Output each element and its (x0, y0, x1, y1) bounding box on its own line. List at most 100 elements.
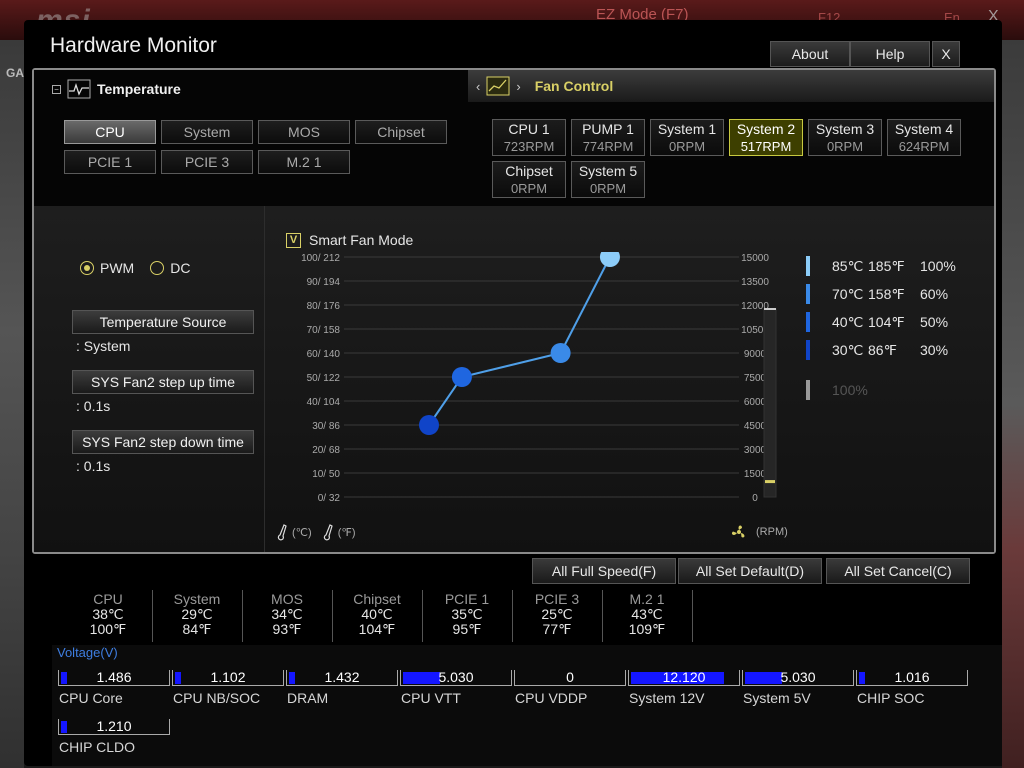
close-button[interactable]: X (932, 41, 960, 67)
right-tick-label: 13500 (741, 277, 769, 288)
rpm-unit-row: (RPM) (730, 523, 788, 541)
smart-fan-checkbox[interactable]: V (286, 232, 301, 248)
voltage-label: DRAM (287, 690, 329, 706)
fan-name: CPU 1 (508, 121, 550, 137)
voltage-meter-dram: 1.432 (286, 668, 398, 688)
temp-name: Chipset (353, 591, 401, 607)
tab-fan-control-label: Fan Control (534, 78, 614, 94)
curve-point[interactable] (599, 252, 620, 267)
fan-cpu1-button[interactable]: CPU 1 723RPM (492, 119, 566, 156)
step-down-time-value: : 0.1s (76, 458, 111, 474)
about-button[interactable]: About (770, 41, 850, 67)
game-boost-tab[interactable]: GA (6, 66, 24, 80)
fan-rpm: 517RPM (740, 139, 792, 154)
fan-system5-button[interactable]: System 5 0RPM (571, 161, 645, 198)
temp-readout-pcie3: PCIE 3 25℃ 77℉ (513, 592, 601, 640)
fan-system2-button[interactable]: System 2 517RPM (729, 119, 803, 156)
dc-radio[interactable] (150, 261, 165, 275)
all-set-default-button[interactable]: All Set Default(D) (678, 558, 822, 584)
legend-percent: 60% (920, 286, 949, 302)
right-tick-label: 3000 (744, 445, 767, 456)
voltage-value: 1.432 (324, 669, 360, 685)
step-down-time-button[interactable]: SYS Fan2 step down time (72, 430, 254, 454)
fan-chipset-button[interactable]: Chipset 0RPM (492, 161, 566, 198)
voltage-label: CPU Core (59, 690, 123, 706)
voltage-meter-cpu-core: 1.486 (58, 668, 170, 688)
all-full-speed-button[interactable]: All Full Speed(F) (532, 558, 676, 584)
all-set-cancel-button[interactable]: All Set Cancel(C) (826, 558, 970, 584)
fan-system1-button[interactable]: System 1 0RPM (650, 119, 724, 156)
voltage-value: 1.102 (210, 669, 246, 685)
chevron-left-icon[interactable]: ‹ (476, 79, 480, 94)
tab-fan-control[interactable]: ‹ › Fan Control (468, 70, 994, 102)
source-mos-button[interactable]: MOS (258, 120, 350, 144)
legend-temp-c: 40℃ (832, 313, 864, 330)
pwm-radio[interactable] (80, 261, 94, 275)
source-system-button[interactable]: System (161, 120, 253, 144)
temp-celsius: 43℃ (631, 606, 663, 622)
curve-point[interactable] (419, 415, 439, 435)
tab-temperature[interactable]: − Temperature (52, 76, 181, 102)
legend-temp-c: 70℃ (832, 285, 864, 302)
curve-point[interactable] (451, 367, 472, 387)
curve-point[interactable] (550, 343, 571, 363)
source-pcie3-button[interactable]: PCIE 3 (161, 150, 253, 174)
legend-percent: 30% (920, 342, 949, 358)
thermometer-icon (323, 524, 333, 541)
fan-icon (731, 525, 745, 538)
fan-graph-icon (486, 76, 510, 96)
chevron-right-icon[interactable]: › (516, 79, 520, 94)
collapse-icon[interactable]: − (52, 84, 61, 94)
source-chipset-button[interactable]: Chipset (355, 120, 447, 144)
source-pcie1-button[interactable]: PCIE 1 (64, 150, 156, 174)
voltage-label: CHIP CLDO (59, 739, 135, 755)
right-tick-label: 9000 (744, 349, 767, 360)
legend-swatch (806, 256, 810, 276)
dc-label: DC (170, 260, 191, 276)
legend-row: 30℃ 86℉ 30% (806, 338, 986, 362)
voltage-meter-chip-soc: 1.016 (856, 668, 968, 688)
legend-current-percent: 100% (832, 382, 868, 398)
help-button[interactable]: Help (850, 41, 930, 67)
voltage-meter-cpu-vddp: 0 (514, 668, 626, 688)
legend-percent: 100% (920, 258, 956, 274)
temperature-source-button[interactable]: Temperature Source (72, 310, 254, 334)
voltage-meter-system-12v: 12.120 (628, 668, 740, 688)
legend-row: 40℃ 104℉ 50% (806, 310, 986, 334)
legend-row: 85℃ 185℉ 100% (806, 254, 986, 278)
voltage-meter-system-5v: 5.030 (742, 668, 854, 688)
temperature-source-value: : System (76, 338, 131, 354)
fan-curve-chart[interactable]: 100/ 212 1500090/ 194 1350080/ 176 1200070/… (284, 252, 794, 522)
fan-name: System 5 (578, 163, 638, 179)
fan-system3-button[interactable]: System 3 0RPM (808, 119, 882, 156)
thermometer-icon (277, 524, 287, 541)
background-left (0, 40, 24, 768)
right-tick-label: 0 (752, 493, 758, 504)
temp-celsius: 34℃ (271, 606, 303, 622)
source-cpu-button[interactable]: CPU (64, 120, 156, 144)
smart-fan-label: Smart Fan Mode (309, 232, 414, 248)
temp-readout-m2-1: M.2 1 43℃ 109℉ (603, 592, 691, 640)
fan-pump1-button[interactable]: PUMP 1 774RPM (571, 119, 645, 156)
fahrenheit-unit: (℉) (337, 526, 356, 539)
step-up-time-button[interactable]: SYS Fan2 step up time (72, 370, 254, 394)
source-m2-1-button[interactable]: M.2 1 (258, 150, 350, 174)
temp-celsius: 29℃ (181, 606, 213, 622)
legend-temp-f: 104℉ (868, 313, 905, 330)
step-up-time-value: : 0.1s (76, 398, 111, 414)
fan-name: System 1 (657, 121, 717, 137)
voltage-label: CPU NB/SOC (173, 690, 261, 706)
tab-temperature-label: Temperature (97, 81, 181, 97)
dialog-title: Hardware Monitor (50, 34, 217, 57)
temp-readout-pcie1: PCIE 1 35℃ 95℉ (423, 592, 511, 640)
fan-rpm: 723RPM (503, 139, 555, 154)
left-tick-label: 70/ 158 (307, 325, 341, 336)
rpm-unit: (RPM) (756, 526, 788, 538)
voltage-title: Voltage(V) (57, 645, 118, 660)
temperature-unit-row: (℃) (℉) (276, 523, 355, 541)
fan-system4-button[interactable]: System 4 624RPM (887, 119, 961, 156)
left-tick-label: 60/ 140 (307, 349, 341, 360)
temp-divider (692, 590, 693, 642)
smart-fan-mode: V Smart Fan Mode (286, 232, 413, 248)
temp-fahrenheit: 100℉ (89, 621, 127, 637)
